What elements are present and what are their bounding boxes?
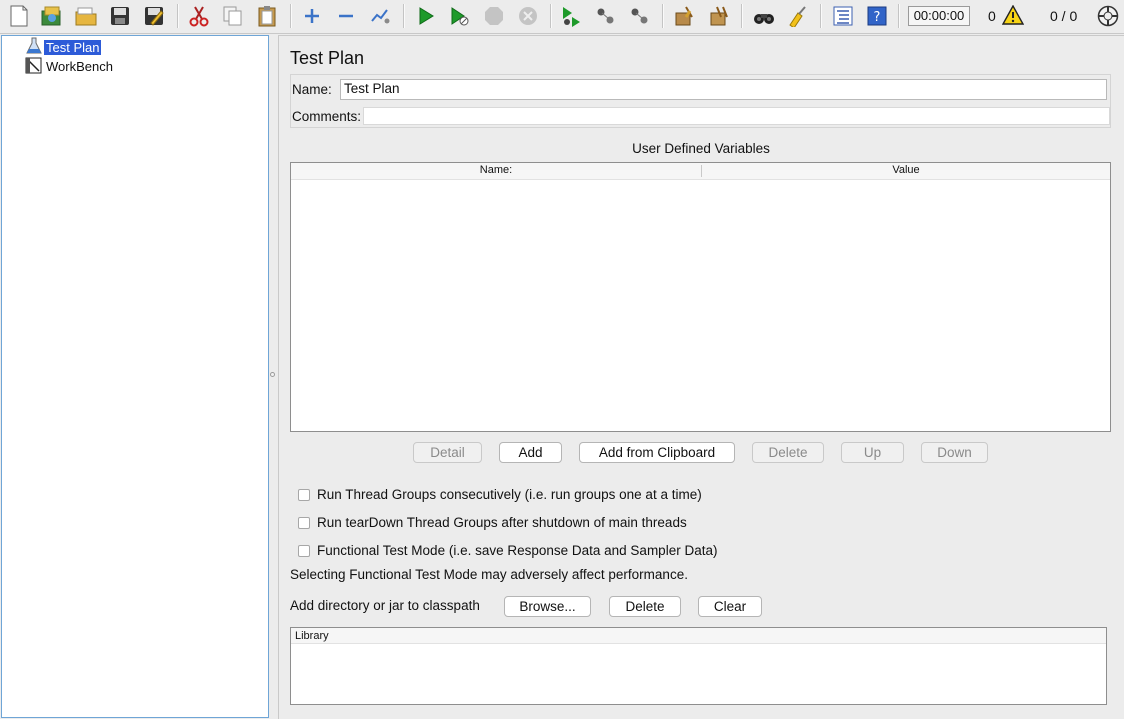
- templates-icon[interactable]: [39, 3, 65, 29]
- new-icon[interactable]: [6, 3, 32, 29]
- start-icon[interactable]: [413, 3, 439, 29]
- remote-shutdown-icon[interactable]: [627, 3, 653, 29]
- user-defined-variables-title: User Defined Variables: [632, 141, 770, 156]
- remote-stop-icon[interactable]: [593, 3, 619, 29]
- lifebuoy-icon[interactable]: [1097, 5, 1119, 30]
- library-table[interactable]: Library: [290, 627, 1107, 705]
- up-button[interactable]: Up: [841, 442, 904, 463]
- expand-icon[interactable]: [299, 3, 325, 29]
- reset-search-icon[interactable]: [785, 3, 811, 29]
- start-no-pauses-icon[interactable]: [446, 3, 472, 29]
- help-icon[interactable]: ?: [864, 3, 890, 29]
- split-pane-divider[interactable]: [269, 35, 276, 718]
- tree-item-test-plan[interactable]: Test Plan: [24, 37, 102, 58]
- cut-icon[interactable]: [186, 3, 212, 29]
- table-header: Name: Value: [291, 163, 1110, 180]
- add-from-clipboard-button[interactable]: Add from Clipboard: [579, 442, 735, 463]
- toggle-icon[interactable]: [367, 3, 393, 29]
- column-header-value[interactable]: Value: [702, 164, 1110, 176]
- library-column-header[interactable]: Library: [291, 628, 1106, 644]
- functional-test-mode-checkbox[interactable]: [298, 545, 310, 557]
- performance-warning: Selecting Functional Test Mode may adver…: [290, 567, 688, 582]
- down-button[interactable]: Down: [921, 442, 988, 463]
- detail-button[interactable]: Detail: [413, 442, 482, 463]
- browse-button[interactable]: Browse...: [504, 596, 591, 617]
- tree-item-label: WorkBench: [46, 58, 113, 74]
- run-consecutively-label: Run Thread Groups consecutively (i.e. ru…: [317, 487, 702, 502]
- svg-text:?: ?: [874, 10, 881, 25]
- warning-icon[interactable]: [1001, 4, 1025, 28]
- paste-icon[interactable]: [254, 3, 280, 29]
- shutdown-icon[interactable]: [515, 3, 541, 29]
- open-icon[interactable]: [73, 3, 99, 29]
- variables-table[interactable]: Name: Value: [290, 162, 1111, 432]
- tree-item-workbench[interactable]: WorkBench: [24, 57, 115, 75]
- delete-classpath-button[interactable]: Delete: [609, 596, 681, 617]
- workbench-icon: [24, 56, 44, 77]
- classpath-label: Add directory or jar to classpath: [290, 598, 480, 613]
- clear-classpath-button[interactable]: Clear: [698, 596, 762, 617]
- clear-icon[interactable]: [671, 3, 697, 29]
- error-count: 0: [988, 8, 996, 24]
- flask-icon: [24, 37, 44, 58]
- copy-icon[interactable]: [220, 3, 246, 29]
- tree-item-label: Test Plan: [44, 39, 102, 55]
- collapse-icon[interactable]: [333, 3, 359, 29]
- delete-variable-button[interactable]: Delete: [752, 442, 824, 463]
- teardown-after-shutdown-checkbox[interactable]: [298, 517, 310, 529]
- name-field[interactable]: Test Plan: [340, 79, 1107, 100]
- column-header-name[interactable]: Name:: [291, 164, 701, 176]
- name-label: Name:: [292, 82, 332, 97]
- elapsed-timer: 00:00:00: [908, 6, 970, 26]
- search-icon[interactable]: [751, 3, 777, 29]
- stop-icon[interactable]: [481, 3, 507, 29]
- test-plan-tree[interactable]: Test Plan WorkBench: [1, 35, 269, 718]
- function-helper-icon[interactable]: [830, 3, 856, 29]
- functional-test-mode-label: Functional Test Mode (i.e. save Response…: [317, 543, 718, 558]
- active-threads: 0 / 0: [1050, 8, 1078, 24]
- add-button[interactable]: Add: [499, 442, 562, 463]
- toolbar: ? 00:00:00 0 0 / 0: [0, 0, 1124, 34]
- comments-field[interactable]: [363, 107, 1110, 125]
- comments-label: Comments:: [292, 109, 362, 124]
- clear-all-icon[interactable]: [706, 3, 732, 29]
- save-icon[interactable]: [107, 3, 133, 29]
- page-title: Test Plan: [290, 48, 365, 68]
- remote-start-icon[interactable]: [558, 3, 584, 29]
- teardown-after-shutdown-label: Run tearDown Thread Groups after shutdow…: [317, 515, 687, 530]
- run-consecutively-checkbox[interactable]: [298, 489, 310, 501]
- save-as-icon[interactable]: [141, 3, 167, 29]
